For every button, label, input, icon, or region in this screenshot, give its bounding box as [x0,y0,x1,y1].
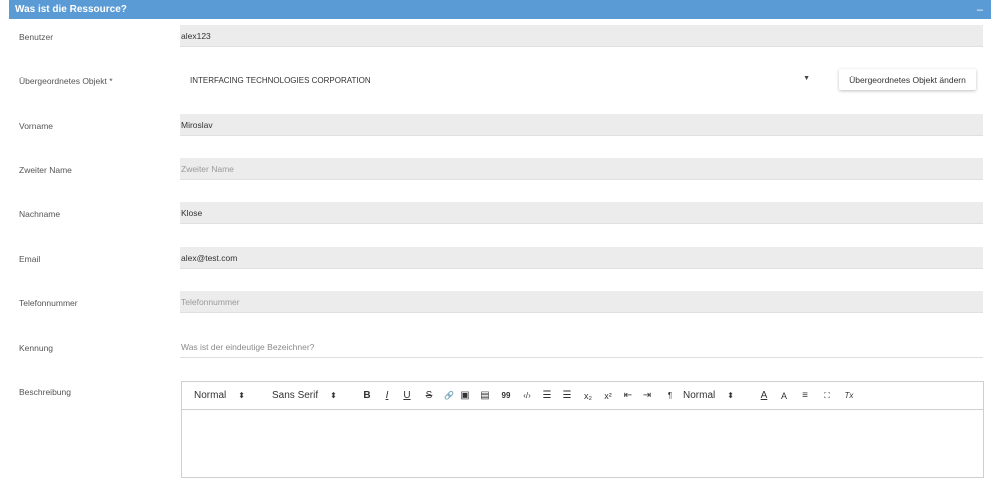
nachname-field[interactable]: Klose [180,202,983,224]
vorname-label: Vorname [19,121,54,131]
parent-object-select[interactable]: INTERFACING TECHNOLOGIES CORPORATION ▼ [180,70,820,90]
bullet-list-icon[interactable]: ☰ [555,390,579,401]
benutzer-field[interactable]: alex123 [180,25,983,47]
indent-icon[interactable]: ⇥ [637,390,657,401]
fullscreen-icon[interactable]: ⛶ [815,391,839,401]
code-icon[interactable]: ‹/› [515,391,539,400]
text-direction-icon[interactable]: ¶ [657,391,683,400]
underline-button[interactable]: U [397,390,417,401]
vorname-field[interactable]: Miroslav [180,114,983,136]
size-select[interactable]: Normal ⬍ [194,390,272,401]
editor-content[interactable] [182,410,983,476]
nachname-value: Klose [181,207,203,218]
kennung-field[interactable]: Was ist der eindeutige Bezeichner? [180,336,983,358]
header-select[interactable]: Normal ⬍ [683,390,755,401]
nachname-label: Nachname [19,209,61,219]
subscript-icon[interactable]: x₂ [579,391,597,401]
email-field[interactable]: alex@test.com [180,247,983,269]
collapse-icon[interactable]: – [977,4,983,16]
telefon-field[interactable]: Telefonnummer [180,291,983,313]
email-value: alex@test.com [181,252,238,263]
zweiter-name-placeholder: Zweiter Name [181,163,234,174]
blockquote-icon[interactable]: 99 [497,391,515,400]
updown-icon: ⬍ [727,391,734,400]
kennung-label: Kennung [19,343,54,353]
updown-icon: ⬍ [238,391,245,400]
section-header: Was ist die Ressource? – [9,0,991,19]
superscript-icon[interactable]: x² [597,391,619,401]
telefon-placeholder: Telefonnummer [181,296,240,307]
telefon-label: Telefonnummer [19,298,78,308]
description-editor: Normal ⬍ Sans Serif ⬍ B I U S 🔗 ▣ ▤ 99 ‹/›… [181,381,984,478]
parent-object-value: INTERFACING TECHNOLOGIES CORPORATION [190,75,371,85]
zweiter-name-field[interactable]: Zweiter Name [180,158,983,180]
text-color-icon[interactable]: A [755,390,773,401]
video-icon[interactable]: ▤ [473,390,497,401]
kennung-placeholder: Was ist der eindeutige Bezeichner? [181,341,315,352]
size-select-value: Normal [194,390,227,401]
header-select-value: Normal [683,390,716,401]
bold-button[interactable]: B [357,390,377,401]
clear-format-icon[interactable]: Tx [839,391,859,400]
background-color-icon[interactable]: A [773,391,795,401]
caret-down-icon[interactable]: ▼ [803,75,810,82]
font-select[interactable]: Sans Serif ⬍ [272,390,357,401]
strike-button[interactable]: S [417,390,441,401]
editor-toolbar: Normal ⬍ Sans Serif ⬍ B I U S 🔗 ▣ ▤ 99 ‹/›… [182,382,983,410]
zweiter-name-label: Zweiter Name [19,165,72,175]
font-select-value: Sans Serif [272,390,319,401]
section-title: Was ist die Ressource? [15,4,127,15]
benutzer-value: alex123 [181,30,211,41]
outdent-icon[interactable]: ⇤ [619,390,637,401]
italic-button[interactable]: I [377,390,397,401]
benutzer-label: Benutzer [19,32,54,42]
link-icon[interactable]: 🔗 [441,391,457,400]
image-icon[interactable]: ▣ [457,390,473,401]
align-icon[interactable]: ≡ [795,390,815,401]
vorname-value: Miroslav [181,119,213,130]
change-parent-button[interactable]: Übergeordnetes Objekt ändern [839,69,976,90]
beschreibung-label: Beschreibung [19,387,71,397]
email-label: Email [19,254,41,264]
ordered-list-icon[interactable]: ☰ [539,390,555,401]
parent-object-label: Übergeordnetes Objekt * [19,76,113,86]
updown-icon: ⬍ [330,391,337,400]
